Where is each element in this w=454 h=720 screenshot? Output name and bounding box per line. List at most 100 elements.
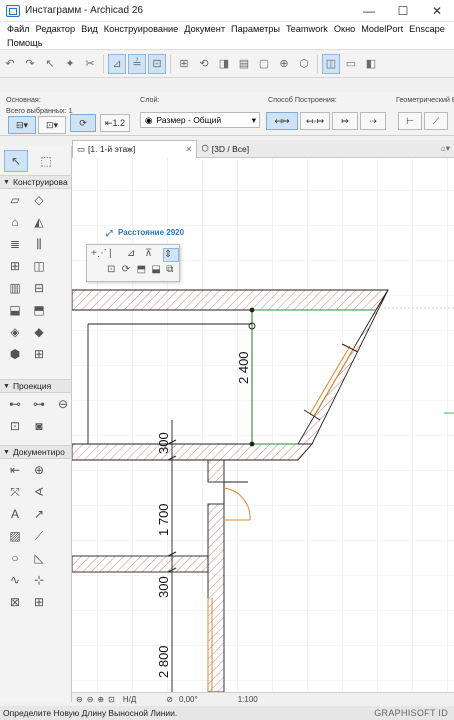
rotate-node-icon[interactable]: ⟳ (122, 264, 135, 278)
pointer-tool-icon[interactable]: ↖ (41, 54, 59, 74)
adjust-length-icon[interactable]: ⇕ (162, 248, 179, 262)
stub-wall[interactable] (207, 459, 225, 483)
view-icon[interactable]: ▭ (342, 54, 360, 74)
menu-teamwork[interactable]: Teamwork (283, 24, 331, 34)
label-tool-icon[interactable]: ↗ (27, 503, 51, 525)
camera-tool-icon[interactable]: ◙ (27, 415, 51, 437)
menu-enscape[interactable]: Enscape (406, 24, 448, 34)
add-node-icon[interactable]: +⋰ (91, 248, 107, 262)
tab-3d[interactable]: ⬡ [3D / Все] (197, 140, 253, 158)
menu-design[interactable]: Конструирование (101, 24, 182, 34)
minimize-button[interactable]: — (352, 0, 386, 22)
zone-tool-icon[interactable]: ⬒ (27, 299, 51, 321)
top-wall[interactable] (72, 289, 389, 311)
drawing-tool-icon[interactable]: ⊞ (27, 591, 51, 613)
lock-icon[interactable]: ⊕ (275, 54, 293, 74)
toolbox-section-viewpoint[interactable]: ▼ Проекция (0, 379, 71, 393)
zoom-out-icon[interactable]: ⊖ (87, 695, 94, 704)
menu-edit[interactable]: Редактор (33, 24, 79, 34)
move-node-icon[interactable]: ⊿ (127, 248, 143, 262)
circle-tool-icon[interactable]: ○ (3, 547, 27, 569)
door-tool-icon[interactable]: ◫ (27, 255, 51, 277)
toolbox-section-design[interactable]: ▼ Конструирова (0, 175, 71, 189)
shell-tool-icon[interactable]: ◭ (27, 211, 51, 233)
radial-dimension-tool-icon[interactable]: ⤧ (3, 481, 27, 503)
dimension-marker-button[interactable]: ⇤1.2 (100, 114, 130, 132)
rotate-icon[interactable]: ⟲ (195, 54, 213, 74)
transform-icon[interactable]: ⬡ (295, 54, 313, 74)
spline-tool-icon[interactable]: ∿ (3, 569, 27, 591)
polyline-tool-icon[interactable]: ◺ (27, 547, 51, 569)
column-tool-icon[interactable]: ▥ (3, 277, 27, 299)
menu-file[interactable]: Файл (4, 24, 33, 34)
level-dimension-tool-icon[interactable]: ⊕ (27, 459, 51, 481)
geometry-angled-button[interactable]: ⟋ (424, 112, 448, 130)
mirror-node-icon[interactable]: ⬒ (137, 264, 150, 278)
fit-window-icon[interactable]: ⊡ (108, 695, 115, 704)
dimension-tool-icon[interactable]: ⇤ (3, 459, 27, 481)
skylight-tool-icon[interactable]: ⬢ (3, 343, 27, 365)
lamp-tool-icon[interactable]: ⊞ (27, 343, 51, 365)
vertical-wall[interactable] (207, 503, 225, 692)
mirror-icon[interactable]: ◨ (215, 54, 233, 74)
mesh-tool-icon[interactable]: ◈ (3, 321, 27, 343)
elevation-tool-icon[interactable]: ⊶ (27, 393, 51, 415)
drag-icon[interactable]: ⊡ (107, 264, 120, 278)
dimension-node[interactable] (249, 307, 255, 313)
maximize-button[interactable]: ☐ (386, 0, 420, 22)
curtain-wall-tool-icon[interactable]: ⊞ (3, 255, 27, 277)
snap-points-icon[interactable]: ⊡ (148, 53, 166, 74)
hotspot-tool-icon[interactable]: ⊹ (27, 569, 51, 591)
fill-tool-icon[interactable]: ▨ (3, 525, 27, 547)
geometry-orthogonal-button[interactable]: ⊢ (398, 112, 422, 130)
railing-tool-icon[interactable]: ⫼ (27, 233, 51, 255)
multiply-icon[interactable]: ⧉ (166, 264, 179, 278)
linear-dimension-method-button[interactable]: ↤↦ (266, 112, 298, 130)
stair-tool-icon[interactable]: ≣ (3, 233, 27, 255)
interior-elevation-tool-icon[interactable]: ⊖ (51, 393, 71, 415)
dimension-2400-label[interactable]: 2 400 (236, 351, 251, 384)
layer-select[interactable]: ◉ Размер - Общий ▾ (140, 112, 260, 128)
tab-floor-plan[interactable]: ▭ [1. 1-й этаж] ✕ (72, 139, 198, 158)
tab-menu-icon[interactable]: ⌂▾ (437, 140, 454, 158)
lower-wall[interactable] (72, 555, 209, 573)
graphisoft-id-logo[interactable]: GRAPHISOFT ID (374, 708, 448, 718)
worksheet-tool-icon[interactable]: ⊡ (3, 415, 27, 437)
dimension-type-button[interactable]: ⊟▾ (8, 116, 36, 134)
menu-window[interactable]: Окно (331, 24, 358, 34)
dimension-300-top-label[interactable]: 300 (156, 432, 171, 454)
menu-modelport[interactable]: ModelPort (358, 24, 406, 34)
zoom-in-icon[interactable]: ⊕ (97, 695, 104, 704)
menu-document[interactable]: Документ (181, 24, 228, 34)
section-tool-icon[interactable]: ⊷ (3, 393, 27, 415)
object-tool-icon[interactable]: ⬓ (3, 299, 27, 321)
section-icon[interactable]: ◧ (362, 54, 380, 74)
guide-lines-icon[interactable]: ⊿ (108, 53, 126, 74)
dimension-settings-button[interactable]: ⟳ (70, 114, 96, 132)
layers-icon[interactable]: ▤ (235, 54, 253, 74)
close-tab-icon[interactable]: ✕ (185, 144, 192, 155)
figure-tool-icon[interactable]: ⊠ (3, 591, 27, 613)
chain-dimension-method-button[interactable]: ↤◦↦ (300, 112, 330, 130)
arrow-tool-icon[interactable]: ↖ (4, 150, 28, 172)
offset-icon[interactable]: ⊼ (145, 248, 161, 262)
orientation-icon[interactable]: ⊘ (166, 695, 173, 704)
scale-readout[interactable]: 1:100 (238, 695, 258, 704)
floor-plan-canvas[interactable]: ⤢ Расстояние 2920 +⋰ | ⊿ ⊼ ⇕ ⊡ ⟳ ⬒ ⬓ ⧉ 2… (72, 158, 454, 692)
baseline-dimension-method-button[interactable]: ↦ (332, 112, 358, 130)
dimension-1700-label[interactable]: 1 700 (156, 503, 171, 536)
magic-wand-icon[interactable]: ✦ (61, 54, 79, 74)
elevate-icon[interactable]: ⬓ (151, 264, 164, 278)
line-tool-icon[interactable]: ⟋ (27, 525, 51, 547)
undo-view-icon[interactable]: ⊖ (76, 695, 83, 704)
angle-dimension-tool-icon[interactable]: ∢ (27, 481, 51, 503)
floor-plan-drawing[interactable]: ⤢ (72, 158, 454, 692)
wall-tool-icon[interactable]: ▱ (3, 189, 27, 211)
cumulative-dimension-method-button[interactable]: ⇢ (360, 112, 386, 130)
angle-readout[interactable]: 0,00° (179, 695, 198, 704)
dimension-300-bottom-label[interactable]: 300 (156, 576, 171, 598)
close-button[interactable]: ✕ (420, 0, 454, 22)
menu-options[interactable]: Параметры (228, 24, 283, 34)
snap-guides-icon[interactable]: ≟ (128, 53, 146, 74)
menu-help[interactable]: Помощь (4, 38, 46, 48)
